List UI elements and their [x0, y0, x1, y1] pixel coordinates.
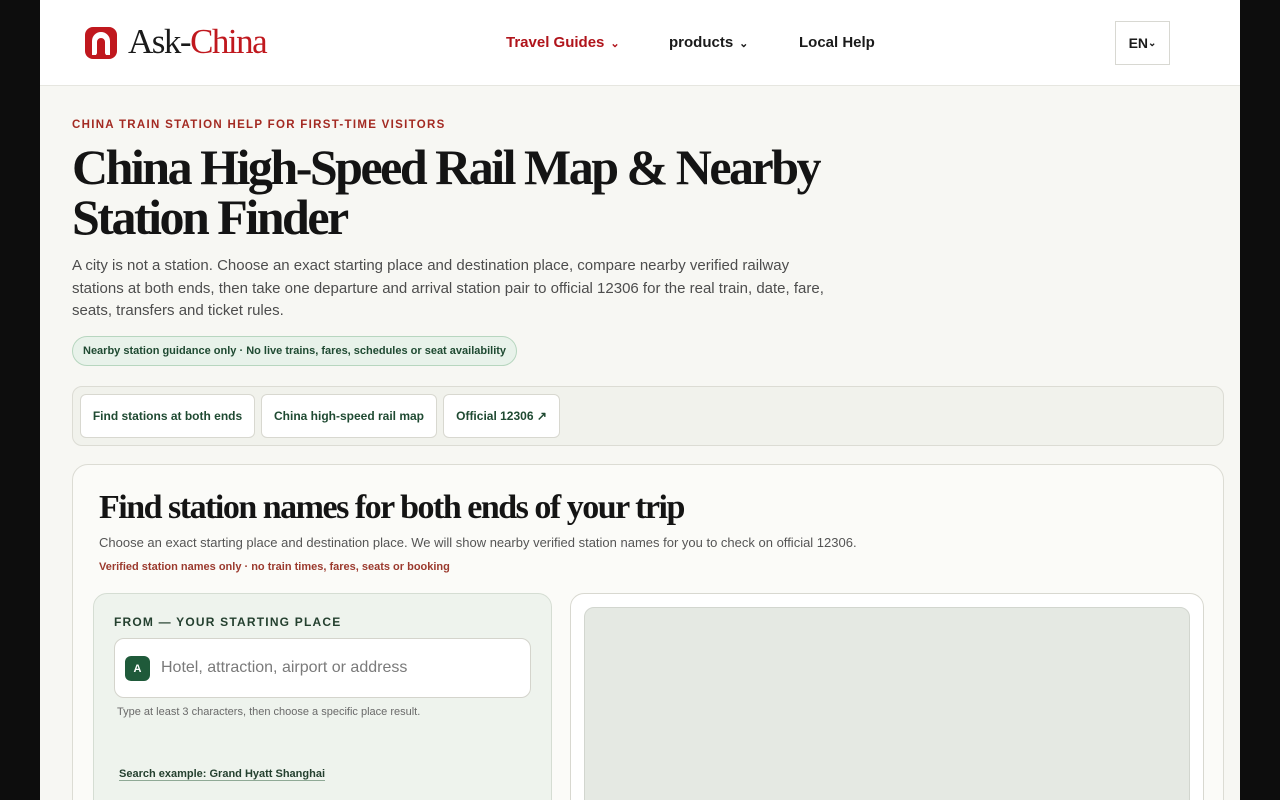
- from-input-hint: Type at least 3 characters, then choose …: [117, 706, 421, 718]
- language-label: EN: [1128, 35, 1149, 51]
- language-selector[interactable]: EN ⌄: [1115, 21, 1170, 65]
- finder-title: Find station names for both ends of your…: [99, 489, 685, 526]
- logo-prefix: Ask-: [128, 22, 192, 61]
- site-header: Ask-China Travel Guides ⌄ products ⌄ Local…: [40, 0, 1240, 86]
- nav-local-help[interactable]: Local Help: [799, 34, 875, 52]
- nav-travel-guides-label: Travel Guides: [506, 34, 605, 51]
- finder-note: Verified station names only · no train t…: [99, 561, 450, 573]
- nav-products[interactable]: products ⌄: [669, 34, 748, 53]
- hero-eyebrow: CHINA TRAIN STATION HELP FOR FIRST-TIME …: [72, 119, 446, 131]
- map-panel: [570, 593, 1204, 800]
- tab-official-12306[interactable]: Official 12306 ↗: [443, 394, 560, 438]
- nav-products-label: products: [669, 34, 734, 51]
- search-example-link[interactable]: Search example: Grand Hyatt Shanghai: [119, 768, 326, 781]
- finder-subtitle: Choose an exact starting place and desti…: [99, 535, 857, 550]
- page-title: China High-Speed Rail Map & Nearby Stati…: [72, 139, 822, 245]
- site-logo[interactable]: Ask-China: [128, 22, 268, 62]
- guidance-notice-badge: Nearby station guidance only · No live t…: [72, 336, 518, 366]
- section-tabs: Find stations at both ends China high-sp…: [72, 386, 1224, 446]
- from-input-wrapper[interactable]: A: [114, 638, 531, 698]
- from-label: FROM — YOUR STARTING PLACE: [114, 615, 342, 629]
- from-panel: FROM — YOUR STARTING PLACE A Type at lea…: [93, 593, 552, 800]
- rail-map-canvas[interactable]: [584, 607, 1190, 800]
- chevron-down-icon: ⌄: [610, 38, 620, 50]
- station-finder-card: Find station names for both ends of your…: [72, 464, 1224, 800]
- hero-description: A city is not a station. Choose an exact…: [72, 257, 824, 319]
- tab-find-stations[interactable]: Find stations at both ends: [80, 394, 255, 438]
- from-search-input[interactable]: [161, 653, 521, 683]
- nav-travel-guides[interactable]: Travel Guides ⌄: [506, 34, 620, 53]
- nav-local-help-label: Local Help: [799, 34, 875, 51]
- point-a-marker-icon: A: [125, 656, 150, 681]
- page: Ask-China Travel Guides ⌄ products ⌄ Local…: [40, 0, 1240, 800]
- chevron-down-icon: ⌄: [739, 38, 749, 50]
- logo-accent: China: [190, 22, 268, 61]
- chevron-down-icon: ⌄: [1148, 37, 1157, 49]
- tab-rail-map[interactable]: China high-speed rail map: [261, 394, 437, 438]
- arch-logo-icon[interactable]: [84, 26, 118, 60]
